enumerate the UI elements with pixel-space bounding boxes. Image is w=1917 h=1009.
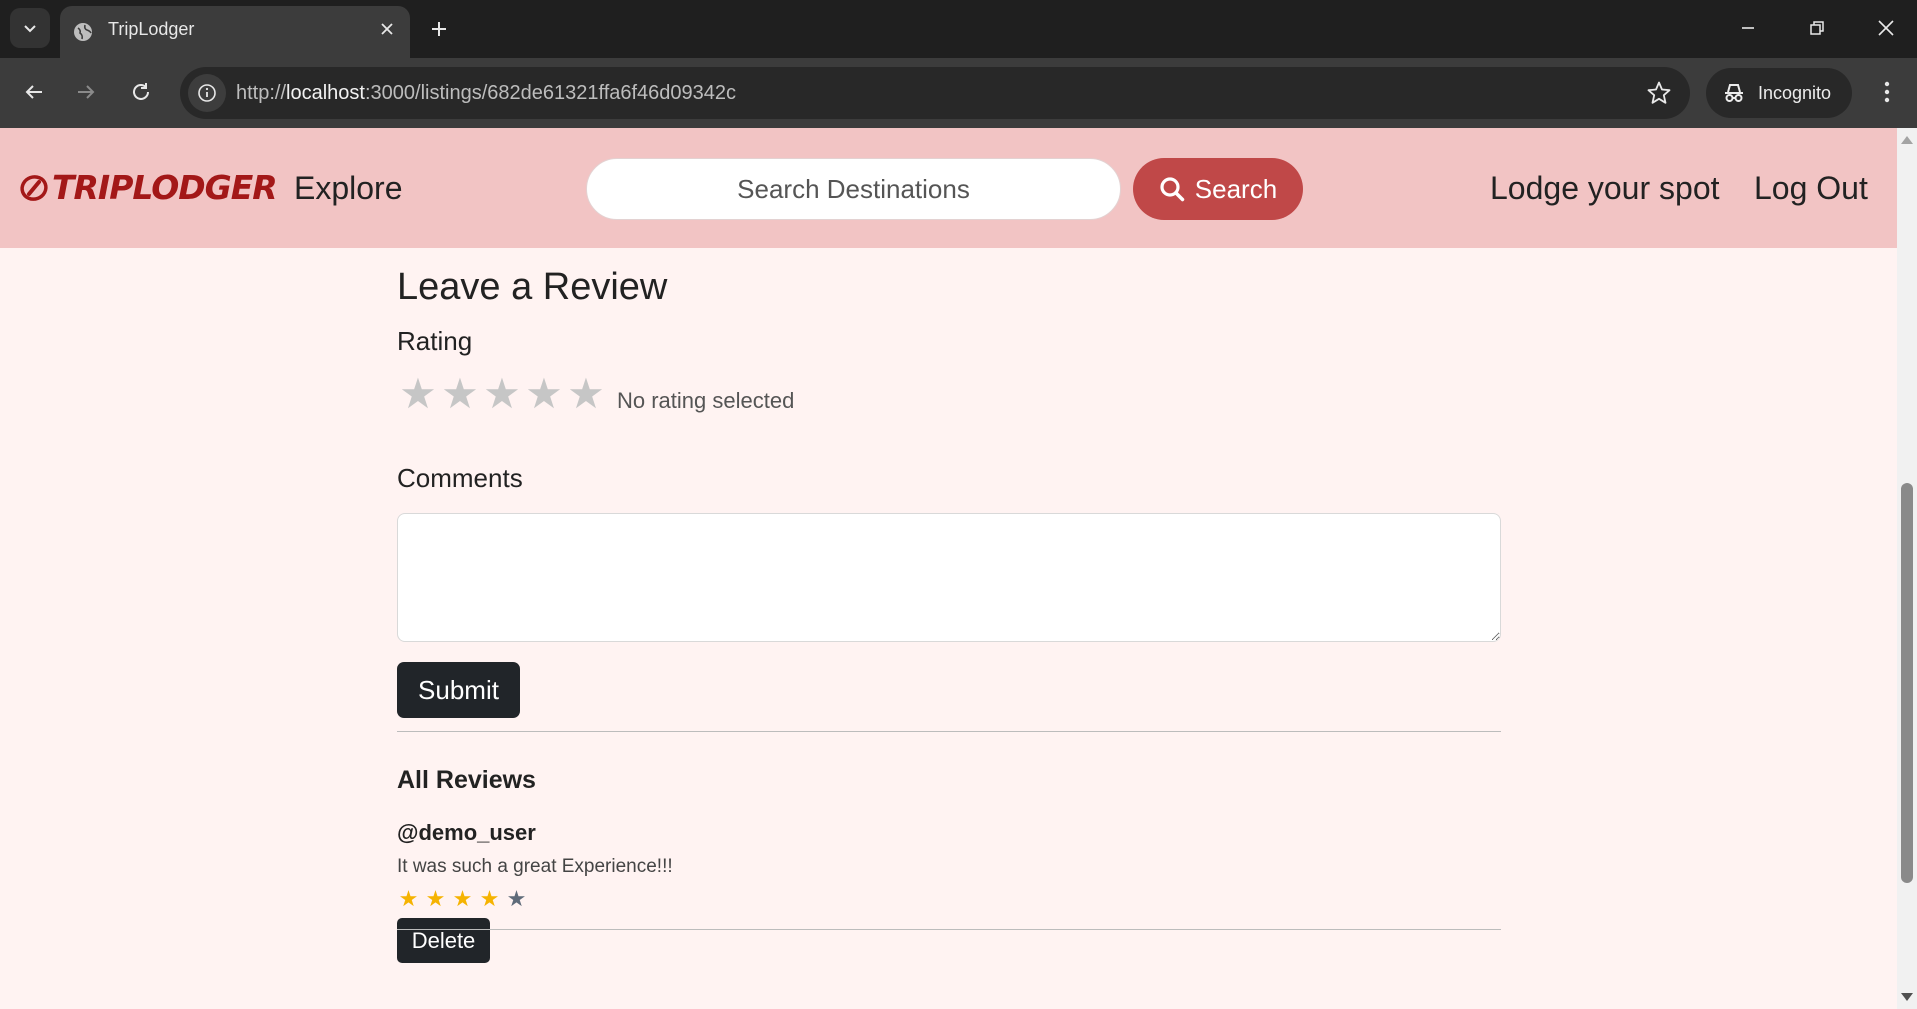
search-input[interactable] — [586, 158, 1121, 220]
review-comment: It was such a great Experience!!! — [397, 856, 673, 877]
window-close-button[interactable] — [1866, 10, 1906, 46]
filled-star-icon: ★ — [398, 886, 419, 911]
delete-review-button[interactable]: Delete — [397, 918, 490, 963]
rating-star-input: ★ ★ ★ ★ ★ No rating selected — [397, 373, 794, 415]
arrow-left-icon — [25, 85, 42, 99]
minimize-icon — [1742, 27, 1754, 29]
leave-review-heading: Leave a Review — [397, 266, 668, 308]
review-star-rating: ★ ★ ★ ★ ★ — [397, 888, 528, 910]
rating-star-2[interactable]: ★ — [439, 373, 481, 415]
brand-logo[interactable]: TRIPLODGER — [18, 168, 278, 207]
search-button[interactable]: Search — [1133, 158, 1303, 220]
close-icon — [1878, 20, 1894, 36]
tab-title: TripLodger — [108, 19, 195, 39]
site-navbar: TRIPLODGER Explore Search Lodge your spo… — [0, 128, 1897, 248]
tab-close-button[interactable] — [376, 18, 398, 40]
close-icon — [381, 23, 393, 35]
tab-search-button[interactable] — [10, 8, 50, 48]
browser-menu-button[interactable] — [1872, 74, 1902, 110]
restore-button[interactable] — [1797, 10, 1837, 46]
arrow-right-icon — [78, 85, 95, 99]
page-viewport: TRIPLODGER Explore Search Lodge your spo… — [0, 128, 1897, 1009]
search-icon — [1160, 177, 1185, 202]
bookmark-star-icon[interactable] — [1646, 80, 1672, 106]
kebab-menu-icon — [1884, 81, 1890, 103]
restore-icon — [1810, 21, 1824, 35]
forward-button[interactable] — [68, 74, 104, 110]
address-bar[interactable]: http://localhost:3000/listings/682de6132… — [180, 67, 1690, 119]
site-info-button[interactable] — [188, 74, 226, 112]
info-icon — [198, 84, 216, 102]
search-button-label: Search — [1194, 173, 1278, 204]
filled-star-icon: ★ — [425, 886, 446, 911]
brand-name: TRIPLODGER — [52, 168, 278, 207]
empty-star-icon: ★ — [506, 886, 527, 911]
browser-toolbar: http://localhost:3000/listings/682de6132… — [0, 58, 1917, 128]
back-button[interactable] — [16, 74, 52, 110]
rating-star-3[interactable]: ★ — [481, 373, 523, 415]
rating-star-4[interactable]: ★ — [523, 373, 565, 415]
plus-icon — [432, 22, 446, 36]
review-divider — [397, 929, 1501, 930]
scroll-down-arrow[interactable] — [1901, 993, 1913, 1001]
incognito-indicator[interactable]: Incognito — [1706, 68, 1852, 118]
rating-label: Rating — [397, 326, 473, 356]
filled-star-icon: ★ — [479, 886, 500, 911]
minimize-button[interactable] — [1728, 10, 1768, 46]
browser-tab[interactable]: TripLodger — [60, 6, 410, 58]
url-text: http://localhost:3000/listings/682de6132… — [236, 82, 737, 104]
scroll-up-arrow[interactable] — [1901, 136, 1913, 144]
submit-review-button[interactable]: Submit — [397, 662, 520, 718]
rating-star-1[interactable]: ★ — [397, 373, 439, 415]
new-tab-button[interactable] — [424, 14, 454, 44]
scroll-thumb[interactable] — [1901, 483, 1913, 883]
compass-logo-icon — [20, 174, 48, 201]
rating-status-text: No rating selected — [617, 388, 795, 413]
review-author: @demo_user — [397, 820, 536, 845]
browser-tabstrip: TripLodger — [0, 0, 1917, 58]
comments-textarea[interactable] — [397, 513, 1501, 642]
rating-star-5[interactable]: ★ — [565, 373, 607, 415]
incognito-icon — [1725, 84, 1743, 102]
section-divider — [397, 731, 1501, 732]
reload-icon — [133, 83, 149, 100]
comments-label: Comments — [397, 463, 523, 493]
all-reviews-heading: All Reviews — [397, 766, 536, 794]
reload-button[interactable] — [123, 74, 159, 110]
filled-star-icon: ★ — [452, 886, 473, 911]
chevron-down-icon — [24, 25, 36, 33]
nav-link-lodge-your-spot[interactable]: Lodge your spot — [1490, 128, 1720, 248]
nav-link-explore[interactable]: Explore — [294, 128, 403, 248]
incognito-label: Incognito — [1758, 83, 1832, 103]
nav-link-logout[interactable]: Log Out — [1754, 128, 1868, 248]
globe-icon — [74, 23, 92, 41]
page-scrollbar[interactable] — [1897, 128, 1917, 1009]
